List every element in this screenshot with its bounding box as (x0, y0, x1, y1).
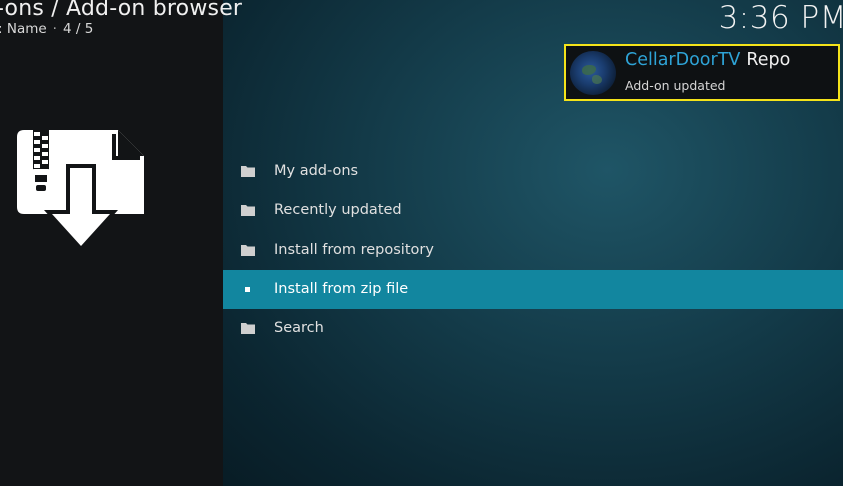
notification-title-repo-name: CellarDoorTV (625, 50, 741, 70)
menu-item-label: Recently updated (274, 202, 402, 219)
zip-install-icon (17, 130, 144, 252)
addon-menu-list: My add-ons Recently updated Install from… (223, 152, 843, 348)
folder-icon (241, 244, 255, 256)
folder-icon (241, 205, 255, 217)
globe-icon (570, 51, 616, 95)
menu-item-install-from-zip[interactable]: Install from zip file (223, 269, 843, 310)
menu-item-label: My add-ons (274, 163, 359, 179)
clock: 3:36 PM (718, 0, 843, 36)
item-position: 4 / 5 (62, 21, 94, 37)
menu-item-search[interactable]: Search (223, 309, 843, 348)
menu-item-label: Search (274, 320, 324, 337)
notification-title-suffix: Repo (746, 50, 791, 70)
page-title: -ons / Add-on browser (0, 0, 243, 21)
kodi-addon-browser: -ons / Add-on browser : Name · 4 / 5 3:36 … (0, 0, 843, 486)
folder-icon (241, 166, 255, 177)
notification-toast[interactable]: CellarDoorTV Repo Add-on updated (564, 44, 840, 101)
menu-item-my-addons[interactable]: My add-ons (223, 152, 843, 191)
globe-land-shape (592, 75, 602, 84)
separator-dot: · (52, 21, 57, 37)
sort-info: : Name · 4 / 5 (0, 21, 93, 37)
menu-item-label: Install from repository (274, 241, 434, 258)
notification-message: Add-on updated (625, 78, 726, 93)
menu-item-recently-updated[interactable]: Recently updated (223, 191, 843, 230)
sort-label: : Name (0, 21, 47, 37)
menu-item-install-from-repository[interactable]: Install from repository (223, 231, 843, 270)
bullet-icon (245, 286, 250, 292)
folder-icon (241, 323, 255, 335)
notification-title: CellarDoorTV Repo (625, 50, 790, 70)
globe-land-shape (582, 65, 596, 75)
menu-item-label: Install from zip file (274, 280, 409, 297)
